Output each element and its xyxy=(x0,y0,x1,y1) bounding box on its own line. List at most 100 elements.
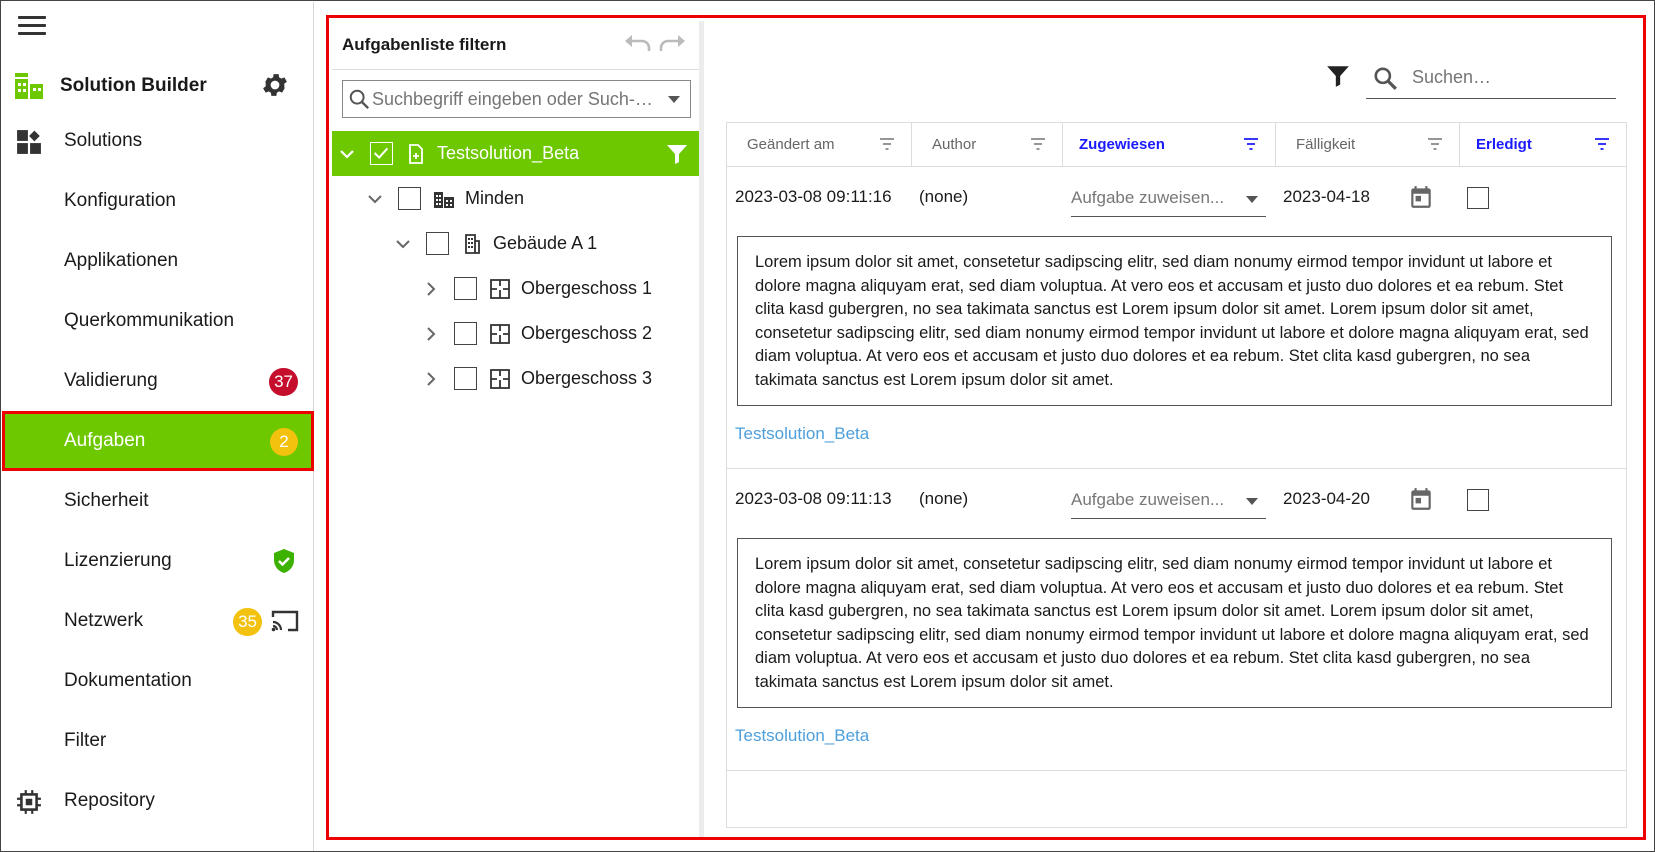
sidebar-item-filter[interactable]: Filter xyxy=(2,711,314,771)
solution-link[interactable]: Testsolution_Beta xyxy=(735,726,869,746)
search-icon xyxy=(1374,66,1397,90)
column-header-author[interactable]: Author xyxy=(912,123,1063,166)
chevron-down-icon[interactable] xyxy=(668,96,680,103)
tree-checkbox[interactable] xyxy=(426,232,449,255)
sidebar-item-sicherheit[interactable]: Sicherheit xyxy=(2,471,314,531)
tree-node-label: Obergeschoss 1 xyxy=(521,278,653,298)
chevron-down-icon xyxy=(1246,498,1258,505)
done-checkbox[interactable] xyxy=(1467,187,1489,209)
sidebar-item-aufgaben[interactable]: Aufgaben 2 xyxy=(2,411,314,471)
sidebar-item-label: Lizenzierung xyxy=(64,550,172,571)
filter-list-icon[interactable] xyxy=(1030,137,1046,151)
solution-link[interactable]: Testsolution_Beta xyxy=(735,424,869,444)
due-date[interactable]: 2023-04-20 xyxy=(1283,489,1370,509)
sidebar-item-label: Repository xyxy=(64,790,155,811)
sidebar-item-label: Validierung xyxy=(64,370,158,391)
column-header-done[interactable]: Erledigt xyxy=(1460,123,1626,166)
gear-icon[interactable] xyxy=(260,70,290,100)
tree-node-label: Gebäude A 1 xyxy=(493,233,598,253)
filter-list-icon[interactable] xyxy=(1427,137,1443,151)
sidebar-item-label: Solutions xyxy=(64,130,143,151)
main-content: Aufgabenliste filtern Suchbegriff eingeb… xyxy=(326,15,1646,840)
sidebar-item-label: Aufgaben xyxy=(64,430,146,451)
sidebar-item-querkommunikation[interactable]: Querkommunikation xyxy=(2,291,314,351)
filter-search-field[interactable] xyxy=(342,80,691,118)
column-label: Zugewiesen xyxy=(1079,136,1165,153)
tree-node-floor-3[interactable]: Obergeschoss 3 xyxy=(332,356,699,401)
undo-icon[interactable] xyxy=(623,33,653,55)
sidebar-nav: Solutions Konfiguration Applikationen Qu… xyxy=(2,111,314,831)
sidebar-item-label: Applikationen xyxy=(64,250,179,271)
task-description: Lorem ipsum dolor sit amet, consetetur s… xyxy=(737,538,1612,708)
assign-select[interactable]: Aufgabe zuweisen... xyxy=(1071,481,1266,519)
filter-icon[interactable] xyxy=(1325,63,1351,89)
redo-icon[interactable] xyxy=(657,33,687,55)
chevron-down-icon[interactable] xyxy=(394,235,412,253)
filter-list-icon[interactable] xyxy=(1243,137,1259,151)
due-date[interactable]: 2023-04-18 xyxy=(1283,187,1370,207)
chevron-right-icon[interactable] xyxy=(422,370,440,388)
shield-check-icon xyxy=(274,549,294,573)
file-icon xyxy=(409,143,423,164)
task-description: Lorem ipsum dolor sit amet, consetetur s… xyxy=(737,236,1612,406)
sidebar-item-lizenzierung[interactable]: Lizenzierung xyxy=(2,531,314,591)
tree-node-floor-2[interactable]: Obergeschoss 2 xyxy=(332,311,699,356)
tree-checkbox[interactable] xyxy=(454,322,477,345)
building-icon xyxy=(465,233,480,254)
tree-node-gebaeude[interactable]: Gebäude A 1 xyxy=(332,221,699,266)
filter-search-input[interactable] xyxy=(372,88,652,110)
column-header-assigned[interactable]: Zugewiesen xyxy=(1063,123,1276,166)
assign-select[interactable]: Aufgabe zuweisen... xyxy=(1071,179,1266,217)
tree-node-minden[interactable]: Minden xyxy=(332,176,699,221)
sidebar-item-solutions[interactable]: Solutions xyxy=(2,111,314,171)
sidebar-item-label: Konfiguration xyxy=(64,190,176,211)
table-header: Geändert am Author Zugewiesen Fälligkeit xyxy=(727,123,1626,167)
column-header-changed[interactable]: Geändert am xyxy=(727,123,912,166)
assign-placeholder: Aufgabe zuweisen... xyxy=(1071,188,1225,207)
sidebar-item-netzwerk[interactable]: Netzwerk 35 xyxy=(2,591,314,651)
sidebar-item-dokumentation[interactable]: Dokumentation xyxy=(2,651,314,711)
floor-plan-icon xyxy=(490,278,510,299)
sidebar-item-konfiguration[interactable]: Konfiguration xyxy=(2,171,314,231)
column-label: Geändert am xyxy=(747,136,835,153)
done-checkbox[interactable] xyxy=(1467,489,1489,511)
tree-checkbox[interactable] xyxy=(454,277,477,300)
calendar-icon[interactable] xyxy=(1408,486,1434,512)
column-label: Author xyxy=(932,136,977,153)
tree-checkbox[interactable] xyxy=(370,142,393,165)
tree-node-solution[interactable]: Testsolution_Beta xyxy=(332,131,699,176)
chevron-right-icon[interactable] xyxy=(422,280,440,298)
sidebar-item-repository[interactable]: Repository xyxy=(2,771,314,831)
chevron-down-icon[interactable] xyxy=(338,145,356,163)
chevron-down-icon[interactable] xyxy=(366,190,384,208)
calendar-icon[interactable] xyxy=(1408,184,1434,210)
column-label: Fälligkeit xyxy=(1296,136,1356,153)
column-header-due[interactable]: Fälligkeit xyxy=(1276,123,1460,166)
filter-icon[interactable] xyxy=(665,142,689,166)
tree-node-label: Minden xyxy=(465,188,525,208)
sidebar-item-applikationen[interactable]: Applikationen xyxy=(2,231,314,291)
brand: Solution Builder xyxy=(14,66,304,106)
task-count-badge: 2 xyxy=(270,428,298,456)
tree-node-floor-1[interactable]: Obergeschoss 1 xyxy=(332,266,699,311)
search-icon xyxy=(349,89,370,110)
filter-list-icon[interactable] xyxy=(1594,137,1610,151)
chevron-down-icon xyxy=(1246,196,1258,203)
chevron-right-icon[interactable] xyxy=(422,325,440,343)
task-search-input[interactable] xyxy=(1412,67,1602,88)
menu-icon[interactable] xyxy=(18,16,46,38)
task-search-field[interactable] xyxy=(1366,57,1616,99)
task-panel: Geändert am Author Zugewiesen Fälligkeit xyxy=(711,21,1643,837)
divider xyxy=(332,69,699,70)
filter-panel: Aufgabenliste filtern Suchbegriff eingeb… xyxy=(332,21,704,837)
tree-checkbox[interactable] xyxy=(454,367,477,390)
tree-node-label: Obergeschoss 3 xyxy=(521,368,653,388)
location-tree: Testsolution_Beta Minden Gebäude A 1 Obe… xyxy=(332,131,699,401)
tree-node-label: Testsolution_Beta xyxy=(437,143,580,163)
tree-checkbox[interactable] xyxy=(398,187,421,210)
dashboard-icon xyxy=(17,130,41,154)
sidebar-item-label: Filter xyxy=(64,730,107,751)
sidebar-item-validierung[interactable]: Validierung 37 xyxy=(2,351,314,411)
sidebar: Solution Builder Solutions Konfiguration… xyxy=(2,2,314,851)
filter-list-icon[interactable] xyxy=(879,137,895,151)
